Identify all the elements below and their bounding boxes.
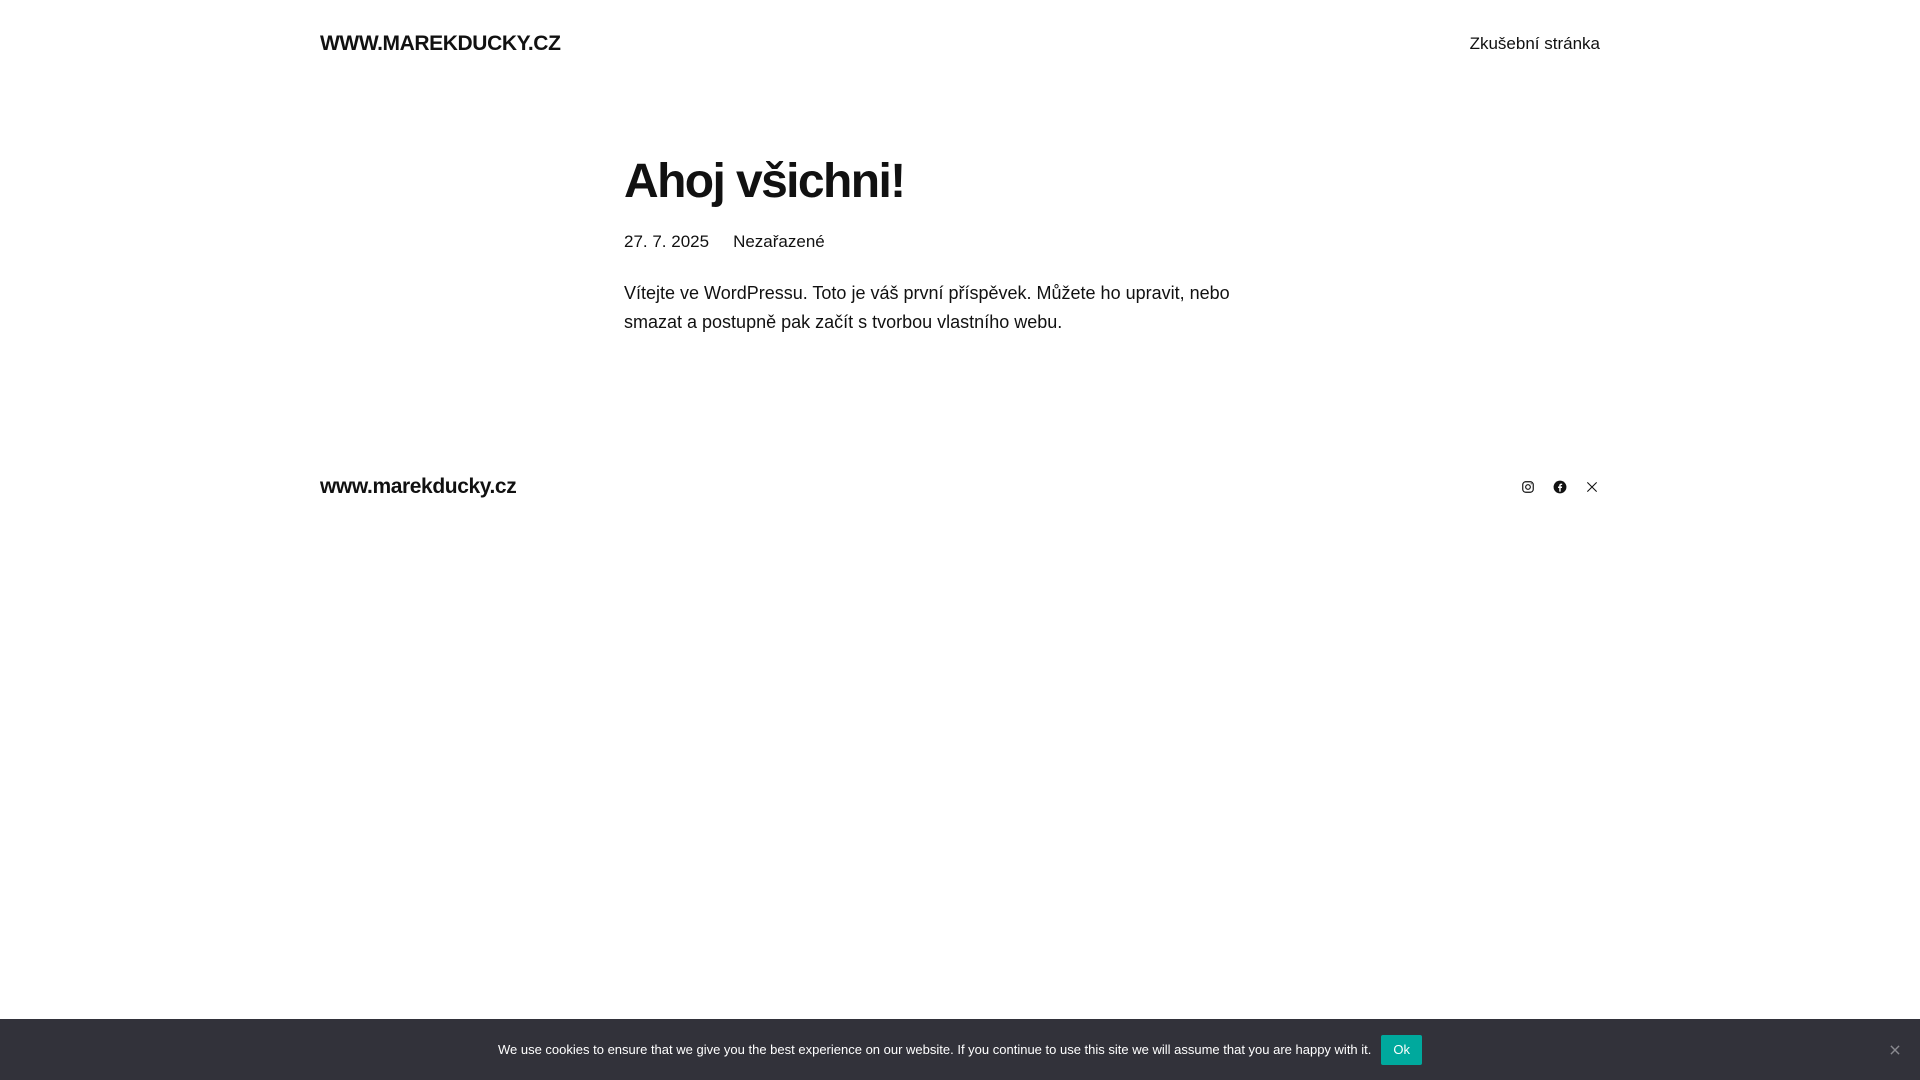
main-navigation: Zkušební stránka (1470, 34, 1600, 54)
post-meta: 27. 7. 2025 Nezařazené (624, 232, 1264, 252)
post-title: Ahoj všichni! (624, 155, 906, 208)
x-icon[interactable] (1584, 479, 1600, 495)
close-icon (1890, 1044, 1900, 1055)
page: WWW.MAREKDUCKY.CZ Zkušební stránka Ahoj … (0, 0, 1920, 1080)
nav-link-zkusebni-stranka[interactable]: Zkušební stránka (1470, 34, 1600, 53)
site-footer: www.marekducky.cz (320, 470, 1600, 504)
cookie-ok-button[interactable]: Ok (1381, 1034, 1423, 1065)
post: Ahoj všichni! 27. 7. 2025 Nezařazené Vít… (624, 152, 1264, 337)
site-title-link[interactable]: WWW.MAREKDUCKY.CZ (320, 32, 561, 56)
post-content: Vítejte ve WordPressu. Toto je váš první… (624, 283, 1230, 332)
facebook-icon[interactable] (1552, 479, 1568, 495)
cookie-notice: We use cookies to ensure that we give yo… (0, 1019, 1920, 1080)
post-category[interactable]: Nezařazené (733, 232, 825, 252)
cookie-message: We use cookies to ensure that we give yo… (497, 1042, 1372, 1057)
site-header: WWW.MAREKDUCKY.CZ Zkušební stránka (320, 26, 1600, 62)
social-links (1520, 479, 1600, 495)
post-date[interactable]: 27. 7. 2025 (624, 232, 709, 252)
instagram-icon[interactable] (1520, 479, 1536, 495)
cookie-close-button[interactable] (1888, 1042, 1904, 1058)
footer-site-title-link[interactable]: www.marekducky.cz (320, 475, 517, 499)
